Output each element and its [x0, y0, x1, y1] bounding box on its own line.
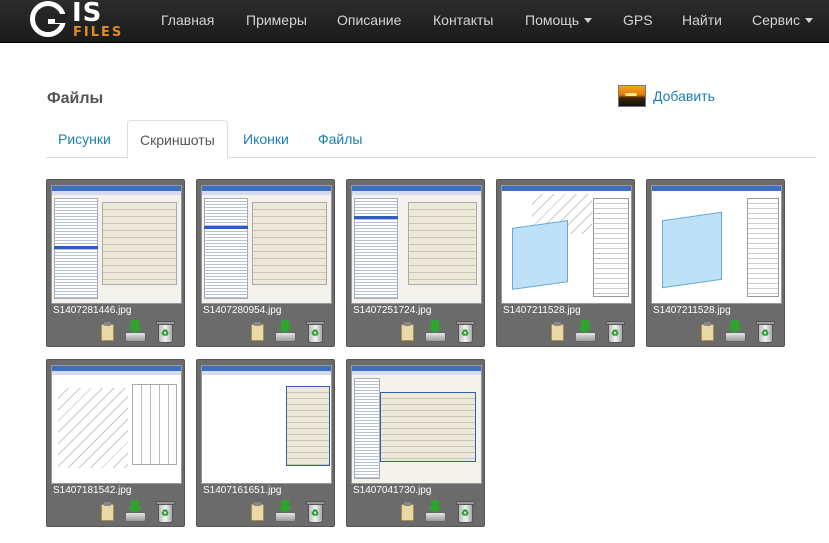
- file-name: S1407281446.jpg: [53, 305, 132, 316]
- file-card: S1407211528.jpg ♻: [646, 179, 785, 347]
- add-label: Добавить: [653, 88, 715, 104]
- download-icon[interactable]: [124, 500, 146, 524]
- file-name: S1407251724.jpg: [353, 305, 432, 316]
- file-name: S1407161651.jpg: [203, 485, 282, 496]
- file-name: S1407211528.jpg: [653, 305, 731, 316]
- file-name: S1407041730.jpg: [353, 485, 432, 496]
- nav-item-contacts[interactable]: Контакты: [433, 0, 493, 43]
- tab-screenshots[interactable]: Скриншоты: [127, 120, 228, 159]
- file-actions: ♻: [396, 320, 482, 344]
- logo-text: IS: [72, 0, 103, 28]
- tabs: Рисунки Скриншоты Иконки Файлы: [46, 120, 816, 159]
- recycle-bin-icon[interactable]: ♻: [454, 500, 476, 524]
- nav-label: Сервис: [752, 12, 800, 28]
- file-card: S1407181542.jpg ♻: [46, 359, 185, 527]
- file-card: S1407280954.jpg ♻: [196, 179, 335, 347]
- nav-label: Найти: [682, 12, 722, 28]
- clipboard-icon[interactable]: [246, 320, 268, 344]
- file-actions: ♻: [96, 500, 182, 524]
- file-actions: ♻: [246, 500, 332, 524]
- recycle-bin-icon[interactable]: ♻: [304, 500, 326, 524]
- file-thumbnail[interactable]: [201, 365, 332, 484]
- logo-g-mark: [30, 1, 67, 37]
- recycle-bin-icon[interactable]: ♻: [154, 500, 176, 524]
- file-thumbnail[interactable]: [51, 365, 182, 484]
- clipboard-icon[interactable]: [696, 320, 718, 344]
- nav-item-home[interactable]: Главная: [161, 0, 214, 43]
- nav-label: Контакты: [433, 12, 494, 28]
- clipboard-icon[interactable]: [396, 320, 418, 344]
- file-card: S1407281446.jpg ♻: [46, 179, 185, 347]
- clipboard-icon[interactable]: [96, 500, 118, 524]
- recycle-bin-icon[interactable]: ♻: [604, 320, 626, 344]
- navbar: IS FILES Главная Примеры Описание Контак…: [0, 0, 829, 43]
- page-title: Файлы: [47, 90, 104, 107]
- caret-down-icon: [584, 17, 593, 23]
- nav-label: Описание: [337, 12, 402, 28]
- logo[interactable]: IS FILES: [30, 0, 130, 43]
- file-thumbnail[interactable]: [501, 185, 632, 304]
- nav-item-gps[interactable]: GPS: [623, 0, 653, 43]
- download-icon[interactable]: [574, 320, 596, 344]
- nav-label: Примеры: [246, 12, 307, 28]
- download-icon[interactable]: [124, 320, 146, 344]
- clipboard-icon[interactable]: [246, 500, 268, 524]
- file-name: S1407280954.jpg: [203, 305, 282, 316]
- recycle-bin-icon[interactable]: ♻: [754, 320, 776, 344]
- file-name: S1407181542.jpg: [53, 485, 132, 496]
- image-add-icon: [618, 85, 646, 107]
- file-thumbnail[interactable]: [351, 365, 482, 484]
- caret-down-icon: [804, 17, 813, 23]
- download-icon[interactable]: [424, 500, 446, 524]
- nav-label: GPS: [623, 12, 653, 28]
- nav-item-help[interactable]: Помощь: [525, 0, 593, 43]
- download-icon[interactable]: [424, 320, 446, 344]
- recycle-bin-icon[interactable]: ♻: [304, 320, 326, 344]
- file-card: S1407041730.jpg ♻: [346, 359, 485, 527]
- file-thumbnail[interactable]: [51, 185, 182, 304]
- file-card: S1407251724.jpg ♻: [346, 179, 485, 347]
- nav-item-description[interactable]: Описание: [337, 0, 401, 43]
- nav-label: Главная: [161, 12, 215, 28]
- tab-pictures[interactable]: Рисунки: [46, 120, 123, 158]
- recycle-bin-icon[interactable]: ♻: [454, 320, 476, 344]
- file-card: S1407211528.jpg ♻: [496, 179, 635, 347]
- file-actions: ♻: [696, 320, 782, 344]
- tab-icons[interactable]: Иконки: [231, 120, 301, 158]
- file-actions: ♻: [546, 320, 632, 344]
- clipboard-icon[interactable]: [396, 500, 418, 524]
- nav-item-examples[interactable]: Примеры: [246, 0, 307, 43]
- nav-item-service[interactable]: Сервис: [752, 0, 813, 43]
- logo-subtext: FILES: [73, 25, 124, 40]
- download-icon[interactable]: [274, 500, 296, 524]
- download-icon[interactable]: [274, 320, 296, 344]
- file-thumbnail[interactable]: [651, 185, 782, 304]
- file-card: S1407161651.jpg ♻: [196, 359, 335, 527]
- nav-label: Помощь: [525, 12, 580, 28]
- recycle-bin-icon[interactable]: ♻: [154, 320, 176, 344]
- file-thumbnail[interactable]: [201, 185, 332, 304]
- nav-item-search[interactable]: Найти: [682, 0, 722, 43]
- download-icon[interactable]: [724, 320, 746, 344]
- clipboard-icon[interactable]: [96, 320, 118, 344]
- file-actions: ♻: [96, 320, 182, 344]
- file-thumbnail[interactable]: [351, 185, 482, 304]
- file-actions: ♻: [396, 500, 482, 524]
- tab-files[interactable]: Файлы: [306, 120, 374, 158]
- clipboard-icon[interactable]: [546, 320, 568, 344]
- file-name: S1407211528.jpg: [503, 305, 581, 316]
- file-actions: ♻: [246, 320, 332, 344]
